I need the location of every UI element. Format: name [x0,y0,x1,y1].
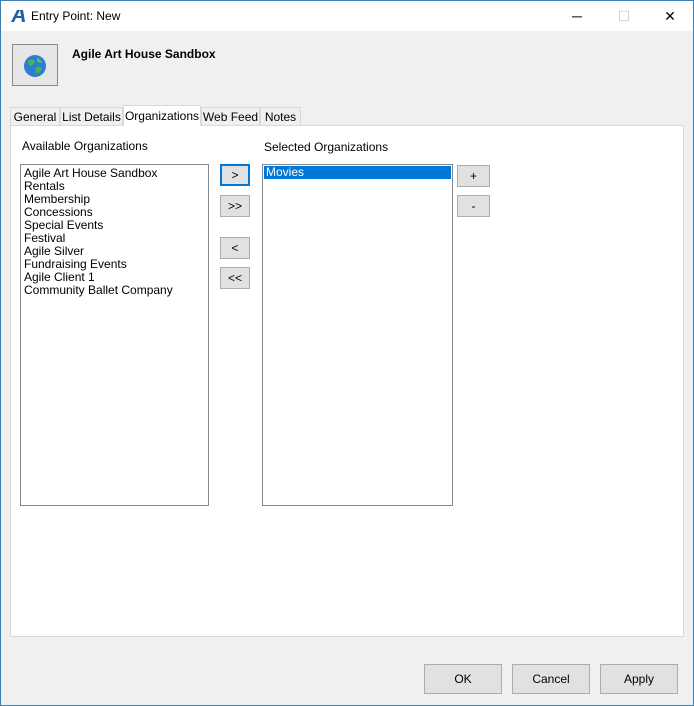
tab-label: List Details [62,109,121,124]
tab-general[interactable]: General [10,107,60,125]
list-item-selected[interactable]: Movies [264,166,451,179]
cancel-button[interactable]: Cancel [512,664,590,694]
entry-point-icon [12,44,58,86]
maximize-icon: ☐ [617,7,631,24]
tab-web-feed[interactable]: Web Feed [201,107,260,125]
selected-organizations-list[interactable]: Movies [262,164,453,506]
remove-organization-button[interactable]: - [457,195,490,217]
move-all-right-button[interactable]: >> [220,195,250,217]
selected-organizations-label: Selected Organizations [264,140,389,154]
tab-label: General [13,109,57,124]
tab-notes[interactable]: Notes [260,107,301,125]
move-all-left-button[interactable]: << [220,267,250,289]
tab-organizations[interactable]: Organizations [123,105,201,126]
minimize-icon: ─ [572,8,582,24]
add-organization-button[interactable]: + [457,165,490,187]
ok-button[interactable]: OK [424,664,502,694]
close-button[interactable]: ✕ [647,1,693,31]
tab-label: Notes [264,109,297,124]
minimize-button[interactable]: ─ [554,1,600,31]
tab-label: Web Feed [202,109,259,124]
apply-button[interactable]: Apply [600,664,678,694]
globe-icon [24,55,46,77]
move-one-left-button[interactable]: < [220,237,250,259]
header-area: Agile Art House Sandbox [1,31,693,101]
maximize-button[interactable]: ☐ [601,1,647,31]
available-organizations-label: Available Organizations [22,139,148,153]
app-logo-icon [11,10,25,22]
move-one-right-button[interactable]: > [220,164,250,186]
window-title: Entry Point: New [31,9,121,23]
available-organizations-list[interactable]: Agile Art House Sandbox Rentals Membersh… [20,164,209,506]
tab-label: Organizations [124,109,200,123]
title-bar: Entry Point: New ─ ☐ ✕ [1,1,693,31]
tab-list-details[interactable]: List Details [60,107,123,125]
organizations-panel: Available Organizations Selected Organiz… [10,125,684,637]
dialog-window: Entry Point: New ─ ☐ ✕ Agile Art House S… [0,0,694,706]
list-item[interactable]: Community Ballet Company [21,284,208,297]
close-icon: ✕ [664,7,676,24]
page-title: Agile Art House Sandbox [72,47,216,61]
